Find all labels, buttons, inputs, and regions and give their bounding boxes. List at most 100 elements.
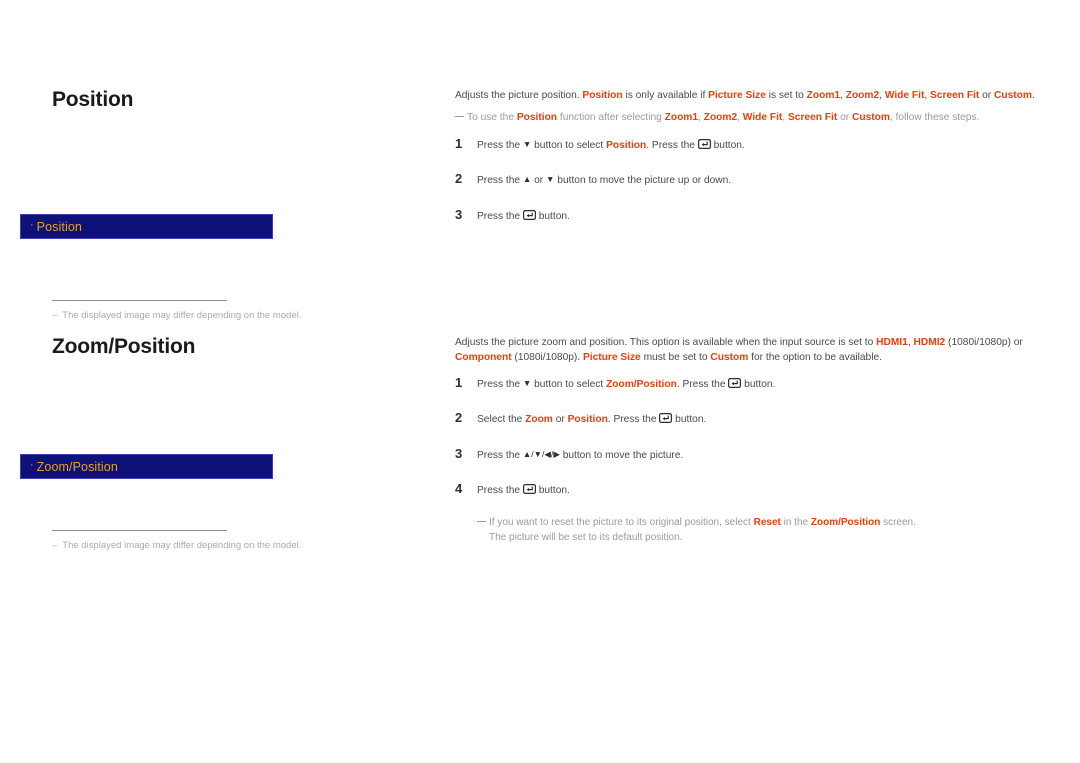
note-dash-icon	[455, 116, 464, 118]
note-dash-icon	[477, 520, 486, 522]
left-column-zoom-position: Zoom/Position	[52, 335, 412, 358]
note-highlight-zoom2: Zoom2	[703, 112, 738, 124]
footnote-divider	[52, 530, 227, 531]
enter-icon	[659, 413, 673, 424]
enter-icon	[728, 377, 742, 388]
note-line-position: To use the Position function after selec…	[455, 110, 1045, 125]
intro-highlight-picture-size: Picture Size	[708, 90, 766, 101]
footnote-row: – The displayed image may differ dependi…	[52, 540, 352, 552]
intro-highlight-zoom2: Zoom2	[845, 90, 880, 101]
intro-paragraph-zoom-position: Adjusts the picture zoom and position. T…	[455, 335, 1045, 366]
arrow-directional-icons: ▲/▼/◀/▶	[522, 448, 560, 459]
osd-menu-item-zoom-position[interactable]: · Zoom/Position	[20, 454, 273, 479]
intro-text-end: .	[1031, 90, 1035, 101]
footer-note-text-1: If you want to reset the picture to its …	[489, 516, 754, 528]
step-number: 1	[455, 135, 463, 151]
note-highlight-screen-fit: Screen Fit	[788, 112, 838, 124]
step-text-c: button to move the picture up or down.	[554, 175, 732, 187]
footnote-dash-icon: –	[52, 540, 58, 551]
step-text: Press the ▲/▼/◀/▶ button to move the pic…	[477, 448, 683, 463]
step-text-a: Press the	[477, 449, 523, 461]
step-number: 1	[455, 374, 463, 390]
osd-menu-label: Zoom/Position	[36, 459, 118, 474]
step-text-a: Press the	[477, 139, 523, 151]
intro-text: Adjusts the picture zoom and position. T…	[455, 337, 877, 348]
step-text-b: button to select	[531, 378, 607, 390]
step-item: 2 Select the Zoom or Position. Press the…	[455, 408, 1045, 428]
intro-highlight-screen-fit: Screen Fit	[930, 90, 980, 101]
page-title-zoom-position: Zoom/Position	[52, 335, 196, 358]
step-highlight-zoom: Zoom	[525, 414, 553, 426]
step-text-a: Press the	[477, 485, 523, 497]
step-number: 3	[455, 445, 463, 461]
step-text: Select the Zoom or Position. Press the b…	[477, 412, 706, 427]
step-text-c: . Press the	[607, 414, 660, 426]
step-text-c: . Press the	[646, 139, 698, 151]
enter-icon	[697, 138, 711, 149]
step-text-d: button.	[535, 485, 570, 497]
intro-text-4: must be set to	[640, 352, 711, 364]
step-text-a: Press the	[477, 210, 523, 222]
intro-highlight-hdmi1: HDMI1	[876, 337, 908, 348]
osd-bullet-icon: ·	[30, 458, 34, 471]
step-text: Press the ▼ button to select Zoom/Positi…	[477, 377, 775, 392]
footnote-text: The displayed image may differ depending…	[62, 310, 302, 321]
note-highlight-zoom1: Zoom1	[664, 112, 699, 124]
step-text-d: button.	[741, 378, 776, 390]
step-text-d: button.	[710, 139, 745, 151]
footer-note-highlight-zoom-position: Zoom/Position	[810, 516, 881, 528]
intro-highlight-picture-size: Picture Size	[582, 352, 641, 364]
intro-highlight-zoom1: Zoom1	[806, 90, 841, 101]
intro-highlight-component: Component	[455, 352, 512, 364]
step-text: Press the button.	[477, 483, 570, 498]
step-text-a: Press the	[477, 378, 523, 390]
intro-text-3: (1080i/1080p).	[511, 352, 583, 364]
osd-menu-item-position[interactable]: · Position	[20, 214, 273, 239]
osd-menu-label: Position	[36, 219, 82, 234]
note-body: To use the Position function after selec…	[467, 110, 1045, 125]
intro-paragraph-position: Adjusts the picture position. Position i…	[455, 88, 1045, 103]
step-number: 4	[455, 481, 463, 497]
footer-note-text-3: screen.	[880, 516, 916, 528]
footer-note-highlight-reset: Reset	[753, 516, 781, 528]
intro-highlight-wide-fit: Wide Fit	[884, 90, 925, 101]
step-text-a: Select the	[477, 414, 526, 426]
note-highlight-custom: Custom	[852, 112, 890, 124]
footnote-divider	[52, 300, 227, 301]
step-number: 2	[455, 171, 463, 187]
note-sep-4: or	[837, 112, 852, 124]
note-text-end: , follow these steps.	[889, 112, 980, 124]
step-text-b: button to select	[531, 139, 607, 151]
footer-note-text-2: in the	[780, 516, 811, 528]
footnote-dash-icon: –	[52, 310, 58, 321]
step-text-c: button to move the picture.	[559, 449, 684, 461]
footnote-row: – The displayed image may differ dependi…	[52, 310, 352, 322]
note-text-1: To use the	[467, 112, 517, 124]
step-item: 1 Press the ▼ button to select Zoom/Posi…	[455, 373, 1045, 393]
footer-note-zoom-position: If you want to reset the picture to its …	[477, 515, 1045, 546]
steps-list-zoom-position: 1 Press the ▼ button to select Zoom/Posi…	[455, 373, 1045, 499]
step-text-b: or	[552, 414, 568, 426]
step-text-c: . Press the	[676, 378, 729, 390]
step-text-a: Press the	[477, 175, 523, 187]
step-number: 2	[455, 410, 463, 426]
step-text: Press the ▼ button to select Position. P…	[477, 138, 745, 153]
footer-note-line-2: The picture will be set to its default p…	[489, 532, 683, 544]
enter-icon	[522, 484, 536, 495]
osd-bullet-icon: ·	[30, 218, 34, 231]
left-column-position: Position	[52, 88, 412, 111]
enter-icon	[522, 209, 536, 220]
step-text: Press the button.	[477, 209, 570, 224]
manual-page: Position · Position – The displayed imag…	[0, 0, 1080, 763]
step-text-d: button.	[672, 414, 707, 426]
intro-highlight-position: Position	[582, 90, 623, 101]
step-item: 3 Press the button.	[455, 205, 1045, 225]
intro-sep-4: or	[979, 90, 995, 101]
step-highlight-position: Position	[606, 139, 647, 151]
step-number: 3	[455, 206, 463, 222]
intro-text: Adjusts the picture position.	[455, 90, 583, 101]
steps-list-position: 1 Press the ▼ button to select Position.…	[455, 134, 1045, 225]
step-text-b: or	[531, 175, 547, 187]
footnote-text: The displayed image may differ depending…	[62, 540, 302, 551]
intro-text-end: for the option to be available.	[748, 352, 882, 364]
